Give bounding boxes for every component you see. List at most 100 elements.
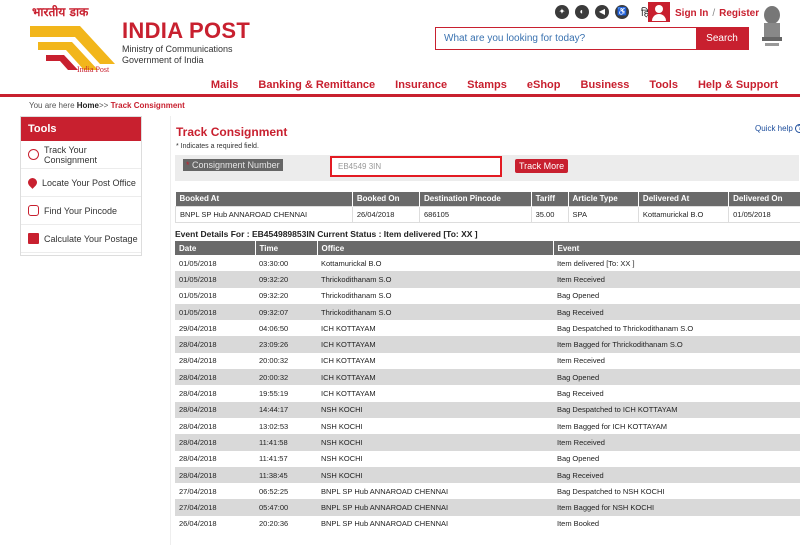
register-link[interactable]: Register (719, 8, 759, 19)
utility-bar: ✦ ◐ ◀ ♿ हिन्दी (555, 3, 660, 21)
table-cell: 19:55:19 (255, 385, 317, 402)
table-cell: 28/04/2018 (175, 336, 255, 353)
sidebar-item-calculate-postage[interactable]: Calculate Your Postage (21, 225, 141, 253)
nav-insurance[interactable]: Insurance (385, 79, 457, 91)
table-cell: 04:06:50 (255, 320, 317, 337)
account-links: Sign In / Register (675, 8, 760, 19)
table-cell: Bag Received (553, 466, 800, 484)
brand-title: INDIA POST (122, 18, 251, 43)
table-cell: NSH KOCHI (317, 434, 553, 451)
sidebar-item-track-consignment[interactable]: Track Your Consignment (21, 141, 141, 169)
nav-banking-remittance[interactable]: Banking & Remittance (248, 79, 385, 91)
nav-help-support[interactable]: Help & Support (688, 79, 788, 91)
help-icon[interactable]: ? (795, 124, 800, 133)
table-cell: 01/05/2018 (175, 255, 255, 272)
page-title: Track Consignment (176, 125, 288, 139)
table-row: 28/04/2018 11:41:58 NSH KOCHI Item Received (175, 434, 800, 451)
track-form: * Consignment Number EB4549 3IN Track Mo… (175, 155, 799, 181)
user-icon[interactable] (648, 2, 670, 22)
search-button[interactable]: Search (696, 28, 748, 49)
column-header: Office (317, 241, 554, 255)
table-cell: 01/05/2018 (175, 287, 255, 304)
table-cell: ICH KOTTAYAM (317, 336, 553, 353)
search-input[interactable] (436, 28, 696, 49)
target-icon (28, 149, 39, 160)
nav-stamps[interactable]: Stamps (457, 79, 517, 91)
sidebar-item-locate-post-office[interactable]: Locate Your Post Office (21, 169, 141, 197)
main-nav: Mails Banking & Remittance Insurance Sta… (201, 79, 788, 91)
table-cell: 11:41:58 (255, 434, 317, 451)
table-header-row: Booked At Booked On Destination Pincode Tar… (175, 192, 800, 206)
table-cell: 01/05/2018 (728, 205, 800, 223)
column-header: Event (553, 241, 800, 255)
table-cell: ICH KOTTAYAM (317, 369, 553, 386)
table-cell: 01/05/2018 (175, 303, 255, 321)
calculator-icon (28, 233, 39, 244)
booking-summary-table: Booked At Booked On Destination Pincode Tar… (175, 192, 800, 223)
accessibility-icon[interactable]: ✦ (555, 5, 569, 19)
table-cell: 28/04/2018 (175, 385, 255, 402)
table-row: 28/04/2018 11:38:45 NSH KOCHI Bag Received (175, 466, 800, 484)
table-cell: NSH KOCHI (317, 450, 553, 467)
table-cell: 20:00:32 (255, 352, 317, 370)
table-row: 27/04/2018 05:47:00 BNPL SP Hub ANNAROAD C… (175, 499, 800, 516)
wheelchair-icon[interactable]: ♿ (615, 5, 629, 19)
table-cell: 05:47:00 (255, 499, 317, 516)
table-cell: 26/04/2018 (175, 515, 255, 533)
event-rows: 01/05/2018 03:30:00 Kottamurickal B.O Item … (175, 255, 800, 533)
table-cell: Bag Opened (553, 450, 800, 467)
table-cell: Bag Received (553, 303, 800, 321)
table-cell: Bag Received (553, 385, 800, 402)
site-search: Search (435, 27, 749, 50)
table-cell: 09:32:20 (255, 271, 317, 288)
table-row: 29/04/2018 04:06:50 ICH KOTTAYAM Bag Despat… (175, 320, 800, 337)
column-header: Booked At (175, 192, 353, 206)
nav-tools[interactable]: Tools (639, 79, 688, 91)
table-cell: 28/04/2018 (175, 434, 255, 451)
table-cell: Item Received (553, 271, 800, 288)
table-cell: NSH KOCHI (317, 466, 553, 484)
nav-business[interactable]: Business (571, 79, 640, 91)
table-row: 28/04/2018 13:02:53 NSH KOCHI Item Bagged f… (175, 417, 800, 435)
table-cell: BNPL SP Hub ANNAROAD CHENNAI (317, 499, 553, 516)
consignment-number-input[interactable]: EB4549 3IN (330, 156, 502, 177)
nav-eshop[interactable]: eShop (517, 79, 571, 91)
table-cell: 26/04/2018 (351, 205, 420, 223)
track-more-button[interactable]: Track More (515, 159, 569, 173)
table-cell: ICH KOTTAYAM (317, 385, 553, 402)
sidebar-item-find-pincode[interactable]: Find Your Pincode (21, 197, 141, 225)
table-row: 01/05/2018 03:30:00 Kottamurickal B.O Item … (175, 255, 800, 272)
table-row: 28/04/2018 11:41:57 NSH KOCHI Bag Opened (175, 450, 800, 467)
table-cell: BNPL SP Hub ANNAROAD CHENNAI (317, 515, 553, 533)
table-cell: Item Bagged for Thrickodithanam S.O (553, 336, 800, 353)
table-cell: 27/04/2018 (175, 483, 255, 500)
table-cell: 09:32:07 (255, 303, 317, 321)
table-row: 01/05/2018 09:32:20 Thrickodithanam S.O Bag… (175, 287, 800, 304)
table-row: 01/05/2018 09:32:07 Thrickodithanam S.O Bag… (175, 303, 800, 321)
binoculars-icon (28, 205, 39, 216)
breadcrumb-home[interactable]: Home (77, 101, 99, 110)
nav-mails[interactable]: Mails (201, 79, 249, 91)
table-row: 01/05/2018 09:32:20 Thrickodithanam S.O Ite… (175, 271, 800, 288)
table-cell: 28/04/2018 (175, 450, 255, 467)
column-header: Booked On (352, 192, 420, 206)
sign-in-link[interactable]: Sign In (675, 8, 708, 19)
table-cell: 29/04/2018 (175, 320, 255, 337)
event-details-table: Date Time Office Event 01/05/2018 03:30:00 Ko… (175, 241, 800, 533)
screen-reader-icon[interactable]: ◐ (575, 5, 589, 19)
required-note: * Indicates a required field. (176, 143, 259, 150)
table-row: 27/04/2018 06:52:25 BNPL SP Hub ANNAROAD C… (175, 483, 800, 500)
table-cell: 09:32:20 (255, 287, 317, 304)
table-cell: Bag Despatched to ICH KOTTAYAM (553, 401, 800, 418)
table-cell: Item Received (553, 434, 800, 451)
table-cell: ICH KOTTAYAM (317, 320, 553, 337)
table-cell: 06:52:25 (255, 483, 317, 500)
table-cell: 35.00 (530, 205, 569, 223)
table-cell: 28/04/2018 (175, 369, 255, 386)
breadcrumb: You are here Home>> Track Consignment (29, 101, 185, 110)
table-cell: Item delivered [To: XX ] (553, 255, 800, 272)
table-cell: 13:02:53 (255, 417, 317, 435)
quick-help-link[interactable]: Quick help (755, 124, 793, 133)
sound-icon[interactable]: ◀ (595, 5, 609, 19)
table-cell: Kottamurickal B.O (317, 255, 553, 272)
